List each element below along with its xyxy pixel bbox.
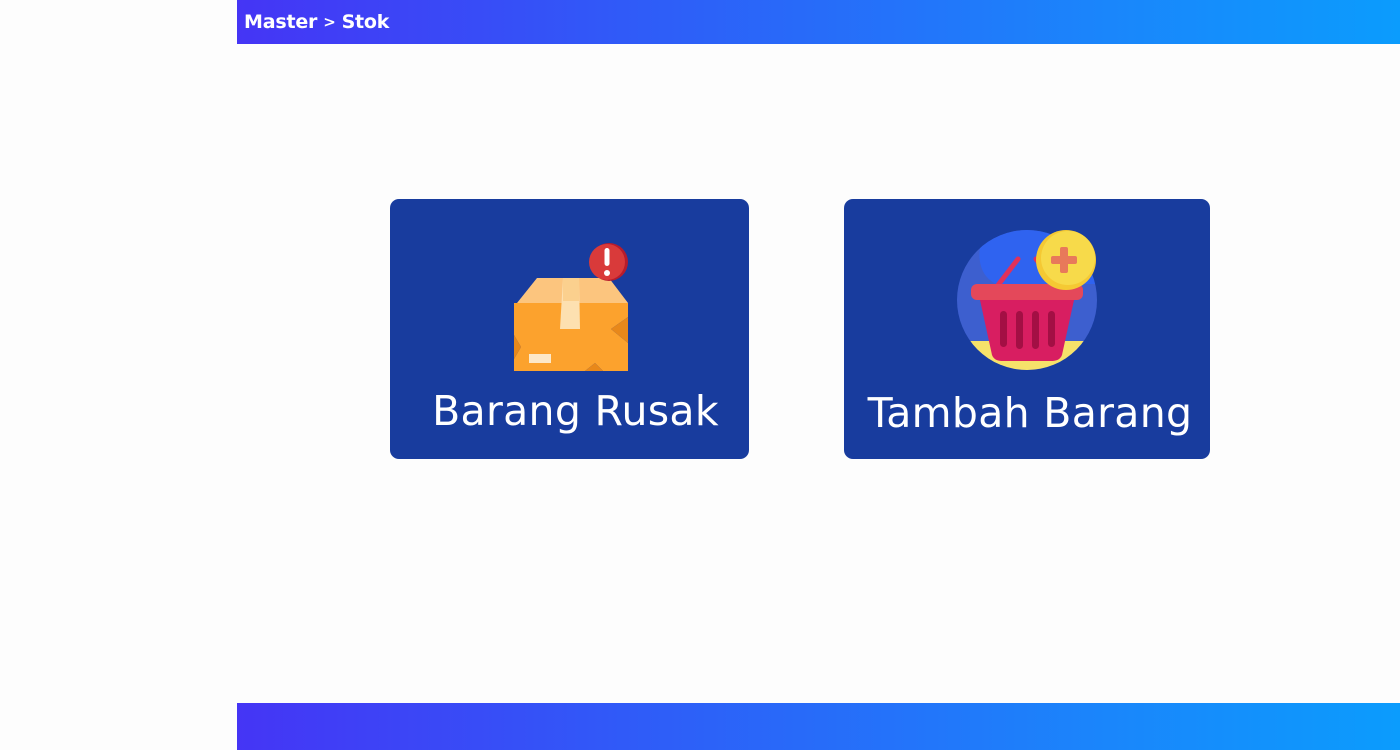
barang-rusak-label: Barang Rusak — [432, 387, 719, 435]
breadcrumb-separator: > — [323, 13, 336, 31]
tambah-barang-label: Tambah Barang — [867, 389, 1193, 437]
add-basket-icon — [957, 230, 1097, 370]
tambah-barang-card[interactable]: Tambah Barang — [844, 199, 1210, 459]
damaged-box-icon — [514, 243, 628, 371]
breadcrumb: Master > Stok — [244, 11, 389, 33]
sidebar-area — [0, 0, 237, 750]
breadcrumb-item-stok[interactable]: Stok — [342, 11, 390, 33]
top-bar: Master > Stok — [237, 0, 1400, 44]
footer-bar — [237, 703, 1400, 750]
barang-rusak-card[interactable]: Barang Rusak — [390, 199, 749, 459]
breadcrumb-item-master[interactable]: Master — [244, 11, 317, 33]
